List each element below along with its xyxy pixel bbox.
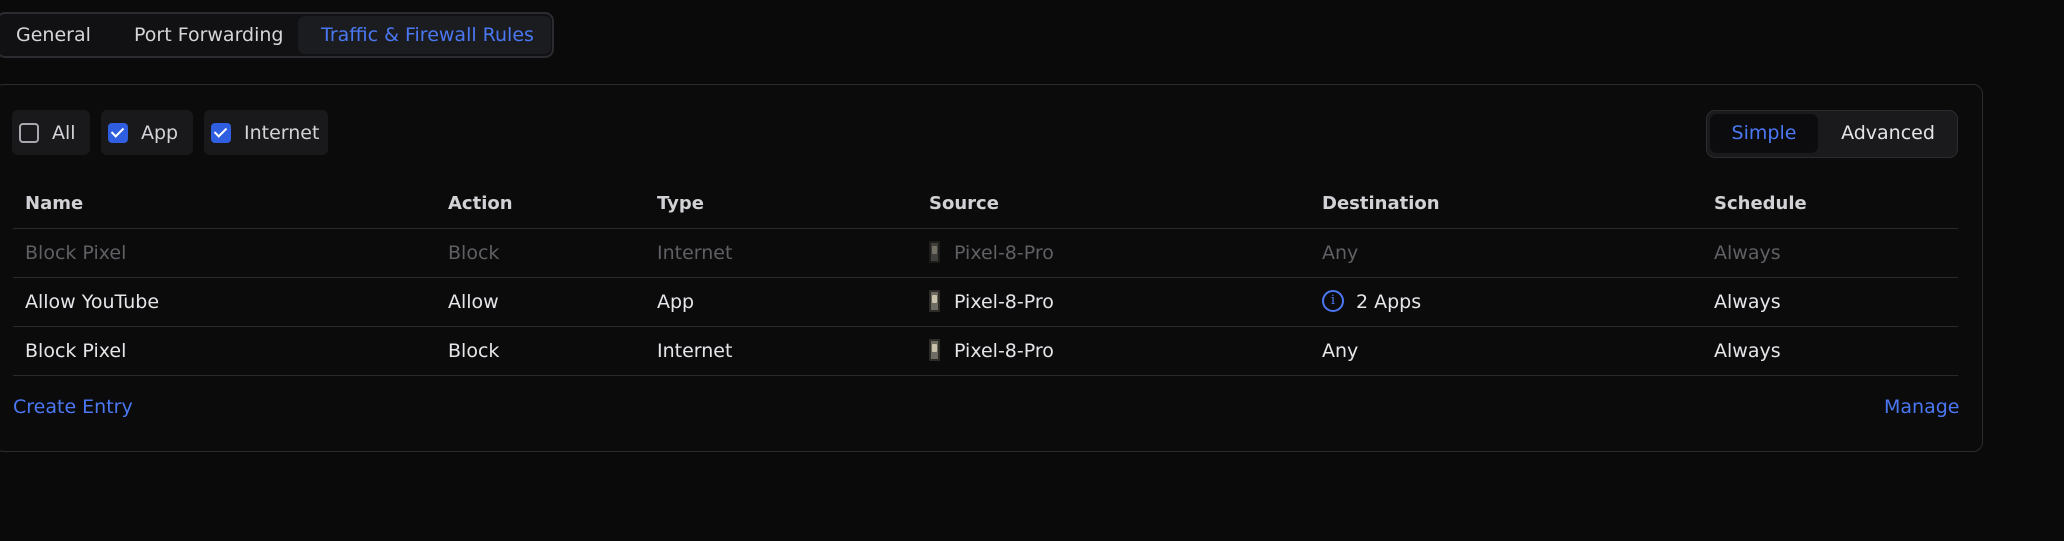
rule-source: Pixel-8-Pro [929, 327, 1054, 375]
checkmark-icon[interactable] [108, 122, 128, 143]
rule-name: Allow YouTube [25, 291, 160, 313]
header-schedule[interactable]: Schedule [1714, 180, 1807, 228]
traffic-rules-page: General Port Forwarding Traffic & Firewa… [0, 0, 2064, 541]
filter-internet-label: Internet [244, 121, 320, 144]
rule-source: Pixel-8-Pro [929, 278, 1054, 326]
rule-type: Internet [657, 340, 733, 362]
rule-source-label: Pixel-8-Pro [954, 340, 1054, 362]
view-toggle: Simple Advanced [1706, 110, 1958, 158]
rule-destination: i 2 Apps [1322, 278, 1421, 326]
rule-source-label: Pixel-8-Pro [954, 291, 1054, 313]
header-destination[interactable]: Destination [1322, 180, 1440, 228]
settings-tabs: General Port Forwarding Traffic & Firewa… [0, 12, 554, 58]
tab-port-forwarding[interactable]: Port Forwarding [134, 14, 284, 56]
rule-name: Block Pixel [25, 242, 127, 264]
header-source[interactable]: Source [929, 180, 999, 228]
manage-link[interactable]: Manage [1884, 396, 1959, 418]
rule-destination: Any [1322, 242, 1359, 264]
rule-type: Internet [657, 242, 733, 264]
info-icon[interactable]: i [1322, 289, 1344, 312]
checkbox-unchecked-icon[interactable] [19, 122, 39, 143]
filter-all[interactable]: All [12, 110, 90, 155]
filter-all-label: All [52, 121, 76, 144]
checkmark-icon[interactable] [211, 122, 231, 143]
view-advanced-button[interactable]: Advanced [1823, 114, 1953, 153]
filter-app-label: App [141, 121, 179, 144]
rule-type: App [657, 291, 695, 313]
header-name[interactable]: Name [25, 180, 83, 228]
header-type[interactable]: Type [657, 180, 704, 228]
rules-table: Name Action Type Source Destination Sche… [13, 180, 1958, 376]
view-simple-button[interactable]: Simple [1710, 114, 1818, 153]
rule-destination-label: 2 Apps [1356, 291, 1422, 313]
table-row[interactable]: Block Pixel Block Internet Pixel-8-Pro A… [13, 229, 1958, 278]
rule-name: Block Pixel [25, 340, 127, 362]
rule-action: Block [448, 340, 500, 362]
rule-source-label: Pixel-8-Pro [954, 242, 1054, 264]
phone-device-icon [929, 338, 940, 361]
phone-device-icon [929, 240, 940, 263]
rule-schedule: Always [1714, 242, 1781, 264]
rule-action: Allow [448, 291, 499, 313]
header-action[interactable]: Action [448, 180, 513, 228]
create-entry-link[interactable]: Create Entry [13, 396, 133, 418]
table-header-row: Name Action Type Source Destination Sche… [13, 180, 1958, 229]
table-row[interactable]: Block Pixel Block Internet Pixel-8-Pro A… [13, 327, 1958, 376]
rule-action: Block [448, 242, 500, 264]
phone-device-icon [929, 289, 940, 312]
rule-schedule: Always [1714, 340, 1781, 362]
filter-app[interactable]: App [101, 110, 193, 155]
rule-source: Pixel-8-Pro [929, 229, 1054, 277]
rule-schedule: Always [1714, 291, 1781, 313]
table-row[interactable]: Allow YouTube Allow App Pixel-8-Pro i 2 A… [13, 278, 1958, 327]
tab-traffic-firewall-rules[interactable]: Traffic & Firewall Rules [298, 16, 551, 54]
tab-general[interactable]: General [16, 14, 91, 56]
rule-destination: Any [1322, 340, 1359, 362]
filter-internet[interactable]: Internet [204, 110, 328, 155]
